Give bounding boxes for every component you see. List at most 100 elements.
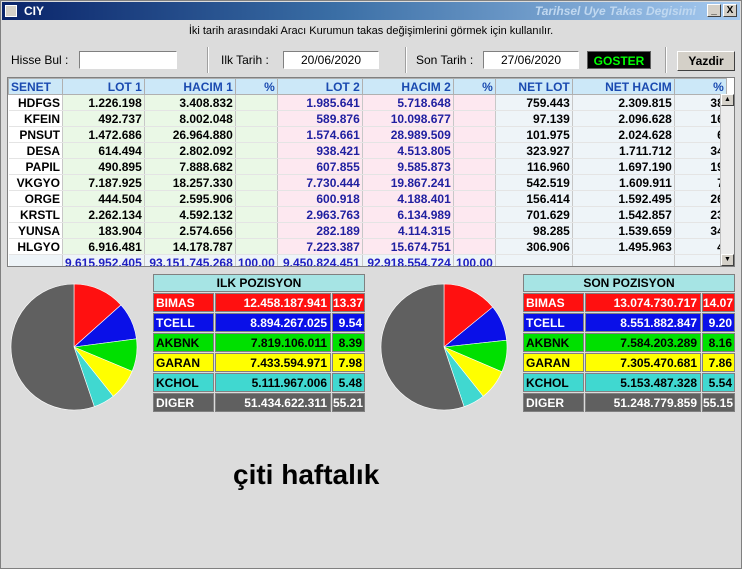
column-header[interactable]: LOT 2 — [276, 78, 363, 95]
position-row: DIGER 51.248.779.859 55.15 — [523, 393, 735, 412]
column-header[interactable]: HACIM 1 — [143, 78, 236, 95]
column-header[interactable]: LOT 1 — [62, 78, 145, 95]
table-cell: PAPIL — [8, 158, 63, 175]
minimize-button[interactable]: _ — [707, 4, 721, 17]
table-row[interactable]: ORGE 444.504 2.595.906 600.918 4.188.401 156.… — [8, 190, 727, 207]
table-cell: 701.629 — [495, 206, 573, 223]
total-cell: 92.918.554.724 — [362, 254, 454, 266]
table-cell: 1.574.661 — [277, 126, 363, 143]
table-cell: HLGYO — [8, 238, 63, 255]
son-pozisyon-panel: SON POZISYON BIMAS 13.074.730.717 14.07 TCE… — [523, 274, 735, 412]
table-row[interactable]: YUNSA 183.904 2.574.656 282.189 4.114.315 98.… — [8, 222, 727, 239]
position-value: 5.111.967.006 — [215, 373, 331, 392]
table-cell: 282.189 — [277, 222, 363, 239]
window-subtitle: Tarihsel Uye Takas Degisimi — [534, 4, 696, 18]
column-header[interactable]: % — [234, 78, 278, 95]
table-row[interactable]: KRSTL 2.262.134 4.592.132 2.963.763 6.134.98… — [8, 206, 727, 223]
table-cell: 1.472.686 — [62, 126, 145, 143]
table-cell — [235, 110, 278, 127]
table-cell: 607.855 — [277, 158, 363, 175]
column-header[interactable]: NET LOT — [494, 78, 573, 95]
show-button[interactable]: GOSTER — [587, 51, 651, 69]
table-cell: 2.024.628 — [572, 126, 675, 143]
total-cell: 93.151.745.268 — [144, 254, 236, 266]
table-row[interactable]: HLGYO 6.916.481 14.178.787 7.223.387 15.674.… — [8, 238, 727, 255]
table-cell: 116.960 — [495, 158, 573, 175]
table-cell: 14.178.787 — [144, 238, 236, 255]
table-cell: 4.188.401 — [362, 190, 454, 207]
takas-grid[interactable]: SENET LOT 1 HACIM 1% LOT 2 HACIM 2% NET LOT NE… — [7, 77, 735, 267]
position-pct: 14.07 — [702, 293, 735, 312]
table-cell: 8.002.048 — [144, 110, 236, 127]
position-row: GARAN 7.305.470.681 7.86 — [523, 353, 735, 372]
position-code: DIGER — [523, 393, 584, 412]
table-cell: 1.985.641 — [277, 94, 363, 111]
caption-text: çiti haftalık — [233, 459, 380, 490]
table-cell: 492.737 — [62, 110, 145, 127]
scroll-up-icon[interactable]: ▲ — [721, 94, 734, 106]
column-header[interactable]: HACIM 2 — [361, 78, 454, 95]
column-header[interactable]: SENET — [8, 78, 63, 95]
table-cell — [235, 174, 278, 191]
search-label: Hisse Bul : — [11, 53, 69, 67]
position-row: AKBNK 7.584.203.289 8.16 — [523, 333, 735, 352]
position-code: KCHOL — [523, 373, 584, 392]
position-code: AKBNK — [153, 333, 214, 352]
position-pct: 5.48 — [332, 373, 365, 392]
total-cell — [495, 254, 573, 266]
search-input[interactable] — [79, 51, 177, 69]
table-cell: 26 — [674, 190, 727, 207]
table-cell: 28.989.509 — [362, 126, 454, 143]
scroll-down-icon[interactable]: ▼ — [721, 254, 734, 266]
table-row[interactable]: DESA 614.494 2.802.092 938.421 4.513.805 323.… — [8, 142, 727, 159]
window-title: CIY — [24, 4, 45, 18]
table-cell: 2.574.656 — [144, 222, 236, 239]
column-header[interactable]: NET HACIM — [571, 78, 675, 95]
table-cell: 4 — [674, 238, 727, 255]
table-cell: 15.674.751 — [362, 238, 454, 255]
column-header[interactable]: % — [452, 78, 496, 95]
table-cell: 38 — [674, 94, 727, 111]
table-row[interactable]: PAPIL 490.895 7.888.682 607.855 9.585.873 116… — [8, 158, 727, 175]
table-row[interactable]: KFEIN 492.737 8.002.048 589.876 10.098.677 97… — [8, 110, 727, 127]
table-cell: 2.595.906 — [144, 190, 236, 207]
start-date-input[interactable]: 20/06/2020 — [283, 51, 379, 69]
table-cell: 6 — [674, 126, 727, 143]
table-cell: 7.223.387 — [277, 238, 363, 255]
end-date-input[interactable]: 27/06/2020 — [483, 51, 579, 69]
table-row[interactable]: HDFGS 1.226.198 3.408.832 1.985.641 5.718.64… — [8, 94, 727, 111]
position-value: 7.819.106.011 — [215, 333, 331, 352]
position-code: KCHOL — [153, 373, 214, 392]
table-cell: 1.542.857 — [572, 206, 675, 223]
table-cell: 9.585.873 — [362, 158, 454, 175]
position-pct: 8.39 — [332, 333, 365, 352]
position-code: GARAN — [153, 353, 214, 372]
position-pct: 5.54 — [702, 373, 735, 392]
table-cell: 7.730.444 — [277, 174, 363, 191]
table-cell: 490.895 — [62, 158, 145, 175]
ilk-pozisyon-panel: ILK POZISYON BIMAS 12.458.187.941 13.37 TCE… — [153, 274, 365, 412]
position-value: 7.305.470.681 — [585, 353, 701, 372]
table-cell — [453, 110, 496, 127]
vertical-scrollbar[interactable]: ▲ ▼ — [720, 94, 734, 266]
position-row: AKBNK 7.819.106.011 8.39 — [153, 333, 365, 352]
column-header[interactable]: % — [673, 78, 727, 95]
close-button[interactable]: X — [723, 4, 737, 17]
table-row[interactable]: PNSUT 1.472.686 26.964.880 1.574.661 28.989.… — [8, 126, 727, 143]
table-cell: DESA — [8, 142, 63, 159]
table-cell: 7.888.682 — [144, 158, 236, 175]
separator — [405, 47, 407, 73]
table-row[interactable]: VKGYO 7.187.925 18.257.330 7.730.444 19.867.… — [8, 174, 727, 191]
table-cell: 938.421 — [277, 142, 363, 159]
position-value: 7.433.594.971 — [215, 353, 331, 372]
table-cell: 26.964.880 — [144, 126, 236, 143]
position-row: GARAN 7.433.594.971 7.98 — [153, 353, 365, 372]
position-pct: 55.21 — [332, 393, 365, 412]
table-cell — [453, 190, 496, 207]
table-cell: 34 — [674, 142, 727, 159]
position-code: GARAN — [523, 353, 584, 372]
table-cell — [235, 158, 278, 175]
table-cell: 1.592.495 — [572, 190, 675, 207]
print-button[interactable]: Yazdir — [677, 51, 735, 71]
title-bar[interactable]: CIY Tarihsel Uye Takas Degisimi _ X — [2, 2, 740, 20]
